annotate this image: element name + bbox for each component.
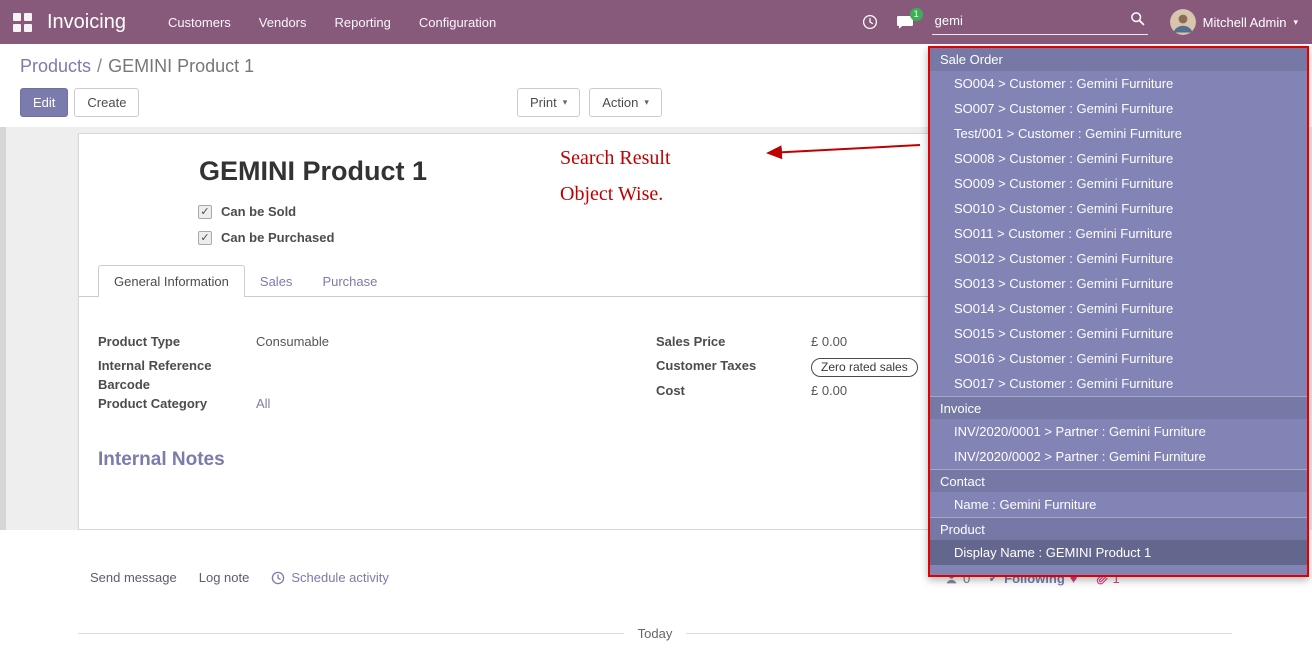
search-result-item[interactable]: Name : Gemini Furniture <box>930 492 1307 517</box>
search-result-item[interactable]: INV/2020/0002 > Partner : Gemini Furnitu… <box>930 444 1307 469</box>
menu-item-configuration[interactable]: Configuration <box>419 15 496 30</box>
odoo-invoicing-screen: Invoicing Customers Vendors Reporting Confi… <box>0 0 1312 658</box>
search-result-item[interactable]: INV/2020/0001 > Partner : Gemini Furnitu… <box>930 419 1307 444</box>
breadcrumb-separator: / <box>97 56 102 76</box>
field-label: Product Type <box>98 334 256 349</box>
user-menu[interactable]: Mitchell Admin ▾ <box>1170 9 1298 35</box>
field-cost: Cost£ 0.00 <box>656 383 847 398</box>
search-result-item[interactable]: Display Name : GEMINI Product 1 <box>930 540 1307 565</box>
chatter-buttons: Send message Log note Schedule activity <box>90 570 389 585</box>
field-label: Product Category <box>98 396 256 411</box>
activities-clock-icon[interactable] <box>862 14 878 30</box>
search-result-item[interactable]: SO017 > Customer : Gemini Furniture <box>930 371 1307 396</box>
action-menus: Print ▾ Action ▾ <box>517 88 662 117</box>
divider-line <box>686 633 1232 634</box>
systray: 1 gemi Mitchell Admin ▾ <box>862 9 1298 35</box>
breadcrumb-current: GEMINI Product 1 <box>108 56 254 76</box>
field-internal-reference: Internal Reference <box>98 358 256 373</box>
log-note-button[interactable]: Log note <box>199 570 250 585</box>
breadcrumb-products-link[interactable]: Products <box>20 56 91 76</box>
field-value: Zero rated sales <box>811 358 918 377</box>
search-result-item[interactable]: SO016 > Customer : Gemini Furniture <box>930 346 1307 371</box>
action-menu-label: Action <box>602 95 638 110</box>
schedule-activity-button[interactable]: Schedule activity <box>271 570 389 585</box>
field-product-type: Product TypeConsumable <box>98 334 329 349</box>
search-result-item[interactable]: SO011 > Customer : Gemini Furniture <box>930 221 1307 246</box>
search-group-header: Product <box>930 517 1307 540</box>
search-result-item[interactable]: SO014 > Customer : Gemini Furniture <box>930 296 1307 321</box>
print-menu-button[interactable]: Print ▾ <box>517 88 580 117</box>
date-divider-label: Today <box>638 626 673 641</box>
print-menu-label: Print <box>530 95 557 110</box>
annotation-arrow-icon <box>752 138 924 164</box>
record-buttons: Edit Create <box>20 88 139 117</box>
messages-icon[interactable]: 1 <box>896 15 914 30</box>
avatar <box>1170 9 1196 35</box>
field-label: Cost <box>656 383 811 398</box>
field-value: £ 0.00 <box>811 383 847 398</box>
clock-icon <box>271 571 285 585</box>
field-product-category: Product CategoryAll <box>98 396 270 411</box>
chevron-down-icon: ▾ <box>563 97 568 108</box>
search-result-item[interactable]: SO009 > Customer : Gemini Furniture <box>930 171 1307 196</box>
search-group-header: Contact <box>930 469 1307 492</box>
search-result-item[interactable]: SO004 > Customer : Gemini Furniture <box>930 71 1307 96</box>
field-value: Consumable <box>256 334 329 349</box>
search-result-item[interactable]: SO012 > Customer : Gemini Furniture <box>930 246 1307 271</box>
search-result-item[interactable]: SO013 > Customer : Gemini Furniture <box>930 271 1307 296</box>
app-name[interactable]: Invoicing <box>47 11 126 34</box>
search-icon[interactable] <box>1130 11 1145 29</box>
chevron-down-icon: ▾ <box>1293 17 1298 28</box>
field-customer-taxes: Customer TaxesZero rated sales <box>656 358 918 377</box>
chevron-down-icon: ▾ <box>644 97 649 108</box>
send-message-button[interactable]: Send message <box>90 570 177 585</box>
search-dropdown: Sale OrderSO004 > Customer : Gemini Furn… <box>928 46 1309 577</box>
field-label: Internal Reference <box>98 358 256 373</box>
schedule-activity-label: Schedule activity <box>291 570 389 585</box>
menu-item-customers[interactable]: Customers <box>168 15 231 30</box>
internal-notes-heading: Internal Notes <box>98 449 225 471</box>
search-result-item[interactable]: Test/001 > Customer : Gemini Furniture <box>930 121 1307 146</box>
divider-line <box>78 633 624 634</box>
message-count-badge: 1 <box>910 8 923 21</box>
field-label: Sales Price <box>656 334 811 349</box>
search-group-header: Sale Order <box>930 48 1307 71</box>
search-result-item[interactable]: SO007 > Customer : Gemini Furniture <box>930 96 1307 121</box>
search-input[interactable]: gemi <box>935 13 963 28</box>
field-value[interactable]: All <box>256 396 270 411</box>
date-divider: Today <box>78 626 1232 641</box>
search-box[interactable]: gemi <box>932 9 1148 35</box>
user-name: Mitchell Admin <box>1203 15 1287 30</box>
scrollbar-strip[interactable] <box>0 127 6 592</box>
field-value: £ 0.00 <box>811 334 847 349</box>
search-result-item[interactable]: SO015 > Customer : Gemini Furniture <box>930 321 1307 346</box>
field-sales-price: Sales Price£ 0.00 <box>656 334 847 349</box>
search-result-item[interactable]: SO010 > Customer : Gemini Furniture <box>930 196 1307 221</box>
main-menu: Customers Vendors Reporting Configuration <box>168 15 496 30</box>
edit-button[interactable]: Edit <box>20 88 68 117</box>
action-menu-button[interactable]: Action ▾ <box>589 88 662 117</box>
menu-item-vendors[interactable]: Vendors <box>259 15 307 30</box>
search-result-item[interactable]: SO008 > Customer : Gemini Furniture <box>930 146 1307 171</box>
menu-item-reporting[interactable]: Reporting <box>335 15 391 30</box>
field-label: Customer Taxes <box>656 358 811 373</box>
search-group-header: Invoice <box>930 396 1307 419</box>
field-barcode: Barcode <box>98 377 256 392</box>
annotation-line1: Search Result <box>560 147 671 170</box>
annotation-line2: Object Wise. <box>560 183 663 206</box>
field-label: Barcode <box>98 377 256 392</box>
breadcrumb: Products / GEMINI Product 1 <box>20 56 254 77</box>
top-navbar: Invoicing Customers Vendors Reporting Confi… <box>0 0 1312 44</box>
apps-menu-icon[interactable] <box>13 13 32 32</box>
create-button[interactable]: Create <box>74 88 139 117</box>
